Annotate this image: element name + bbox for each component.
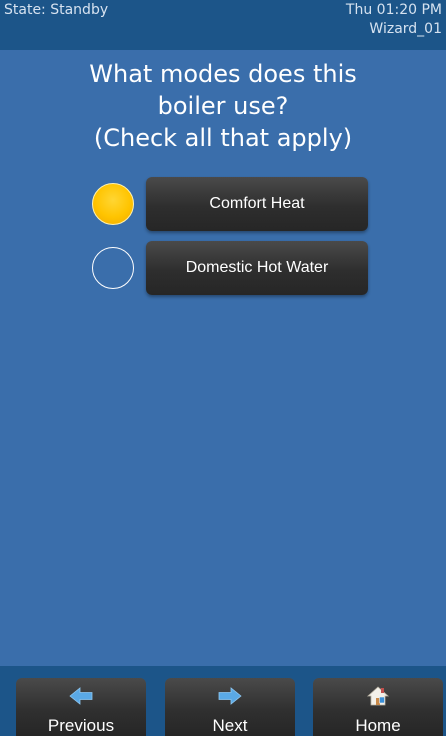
status-time: Thu 01:20 PM [345,2,442,18]
status-state: State: Standby [4,2,109,18]
question-line-2: boiler use? [157,92,289,120]
comfort-heat-button[interactable]: Comfort Heat [146,177,368,231]
next-button[interactable]: Next [165,678,295,736]
question-line-1: What modes does this [89,60,357,88]
option-row-domestic-hot-water: Domestic Hot Water [0,241,446,297]
status-bar: State: Standby Thu 01:20 PM Wizard_01 [0,0,446,50]
arrow-left-icon [69,687,93,705]
arrow-right-icon [218,687,242,705]
next-label: Next [212,716,248,735]
domestic-hot-water-checkbox[interactable] [92,247,134,289]
home-label: Home [355,716,401,735]
home-button[interactable]: Home [313,678,443,736]
option-row-comfort-heat: Comfort Heat [0,177,446,233]
previous-label: Previous [47,716,115,735]
screen-id: Wizard_01 [369,21,442,37]
navigation-bar: Previous Next Home [0,666,446,736]
question-line-3: (Check all that apply) [93,124,353,152]
comfort-heat-checkbox[interactable] [92,183,134,225]
previous-button[interactable]: Previous [16,678,146,736]
domestic-hot-water-button[interactable]: Domestic Hot Water [146,241,368,295]
house-icon [366,686,390,706]
question-text: What modes does this boiler use? (Check … [0,58,446,154]
